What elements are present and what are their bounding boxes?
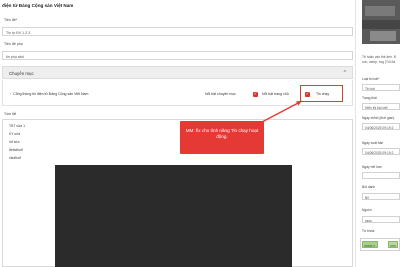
type-label: Loại tin bài* bbox=[362, 77, 380, 81]
status-label: Trạng thái bbox=[362, 96, 377, 100]
expiry-date-input[interactable] bbox=[362, 172, 400, 179]
thumbnail-image[interactable] bbox=[362, 0, 400, 44]
author-label: Bút danh bbox=[362, 185, 376, 189]
created-date-input[interactable]: 04/06/2025 09:19:2 bbox=[362, 123, 400, 130]
created-date-label: Ngày chỉnh (thời gian) bbox=[362, 116, 395, 120]
source-input[interactable]: ssss bbox=[362, 216, 400, 223]
keyword-chip[interactable]: mmm × bbox=[362, 241, 378, 248]
author-input[interactable]: B0 bbox=[362, 193, 400, 200]
expiry-date-label: Ngày hết hạn bbox=[362, 165, 382, 169]
published-date-input[interactable]: 04/06/2025 09:19:2 bbox=[362, 148, 400, 155]
source-label: Nguồn bbox=[362, 208, 372, 212]
published-date-label: Ngày xuất bản bbox=[362, 141, 384, 145]
upload-note-line1: Tệ hoặc vào thẻ ảnh. Đ bbox=[362, 55, 397, 59]
type-select[interactable]: Tin bài bbox=[362, 84, 400, 91]
keywords-label: Từ khóa bbox=[362, 229, 375, 233]
upload-note-line2: con, webp, svg (Tối đa bbox=[362, 60, 396, 64]
keyword-chip[interactable]: mm bbox=[388, 241, 399, 248]
status-select[interactable]: Hiển thị bài viết bbox=[362, 103, 400, 110]
annotation-arrow-icon bbox=[261, 100, 302, 123]
